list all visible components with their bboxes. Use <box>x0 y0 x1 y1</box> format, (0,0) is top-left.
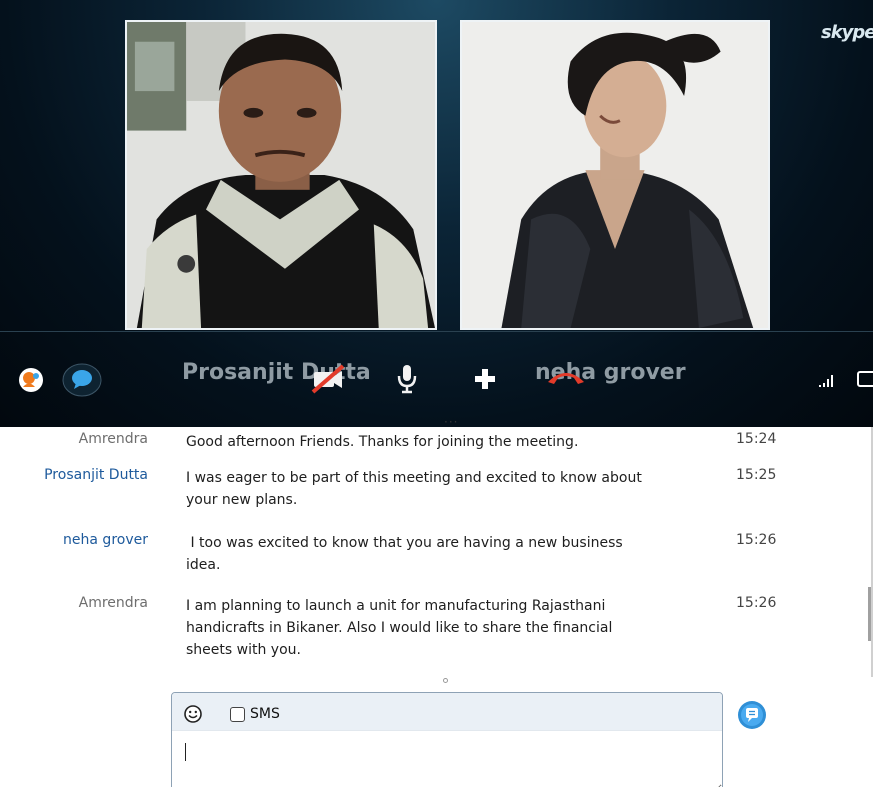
composer-toolbar: SMS <box>172 693 722 731</box>
resize-handle[interactable]: ··· <box>444 416 458 427</box>
message-composer: SMS <box>171 692 723 787</box>
signal-strength-icon <box>819 375 833 387</box>
sms-label: SMS <box>250 706 280 722</box>
text-caret <box>185 743 186 761</box>
participant-2-image <box>462 22 768 328</box>
participant-video-2[interactable] <box>460 20 770 330</box>
send-icon[interactable] <box>737 700 767 730</box>
message-text: I am planning to launch a unit for manuf… <box>186 598 613 658</box>
message-time: 15:24 <box>736 431 777 447</box>
message-text: I too was excited to know that you are h… <box>186 535 623 573</box>
message-sender[interactable]: neha grover <box>0 532 148 548</box>
message-text: I was eager to be part of this meeting a… <box>186 470 642 508</box>
call-controls <box>0 332 873 427</box>
sms-checkbox[interactable] <box>230 707 245 722</box>
call-area: skype Prosanjit Dutta neha grover ··· <box>0 0 873 427</box>
message-time: 15:26 <box>736 595 777 611</box>
video-off-icon[interactable] <box>311 364 345 394</box>
participant-video-1[interactable] <box>125 20 437 330</box>
fullscreen-icon[interactable] <box>856 369 873 389</box>
message-input[interactable] <box>172 731 722 787</box>
chat-history[interactable]: Amrendra Good afternoon Friends. Thanks … <box>0 427 873 683</box>
message-time: 15:25 <box>736 467 777 483</box>
contacts-icon[interactable] <box>18 367 44 393</box>
message-sender[interactable]: Prosanjit Dutta <box>0 467 148 483</box>
message-sender: Amrendra <box>78 431 148 447</box>
participant-1-image <box>127 22 435 328</box>
message-time: 15:26 <box>736 532 777 548</box>
message-text: Good afternoon Friends. Thanks for joini… <box>186 434 579 450</box>
splitter-handle[interactable] <box>443 678 448 683</box>
chat-bubble-icon[interactable] <box>62 362 102 398</box>
hang-up-icon[interactable] <box>546 368 586 386</box>
message-sender: Amrendra <box>78 595 148 611</box>
chat-scrollbar-thumb[interactable] <box>868 587 871 641</box>
add-icon[interactable] <box>474 368 496 390</box>
microphone-icon[interactable] <box>396 363 418 395</box>
skype-logo: skype <box>821 22 873 43</box>
emoticon-icon[interactable] <box>184 705 202 723</box>
